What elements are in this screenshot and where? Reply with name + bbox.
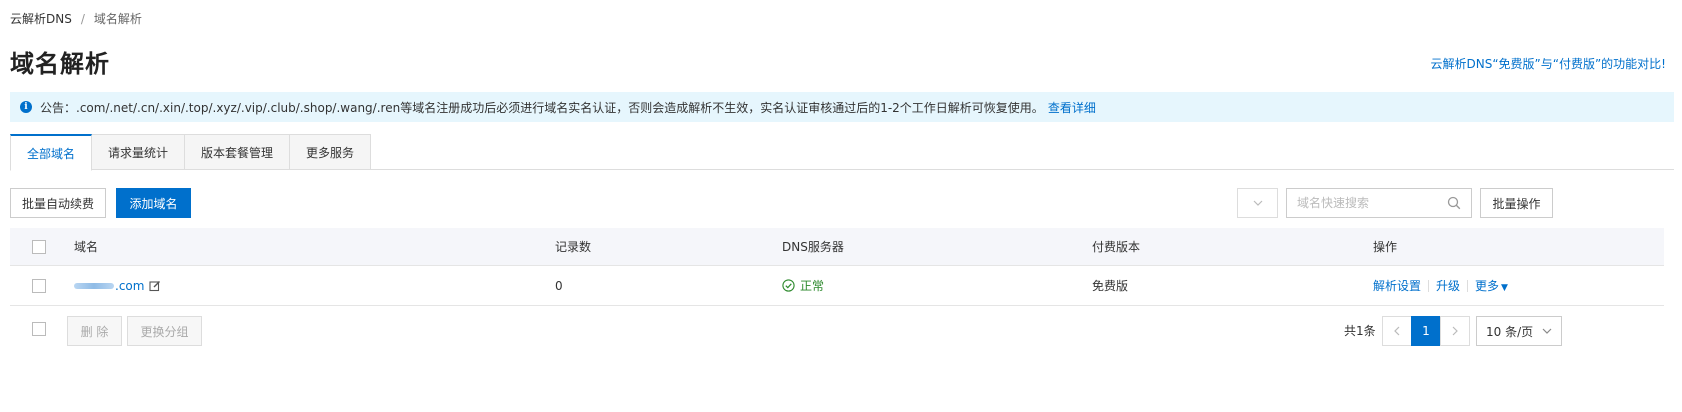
prev-page-button[interactable] [1382,316,1412,346]
batch-operations-button[interactable]: 批量操作 [1480,188,1553,218]
tab-plan-management[interactable]: 版本套餐管理 [185,134,291,170]
search-input[interactable] [1297,196,1437,210]
caret-down-icon: ▼ [1501,283,1508,293]
change-group-button[interactable]: 更换分组 [127,316,202,346]
next-page-button[interactable] [1440,316,1470,346]
ops-divider [1467,279,1469,292]
notice-detail-link[interactable]: 查看详细 [1048,99,1096,116]
column-header-dns: DNS服务器 [782,240,844,254]
dns-status: 正常 [782,266,824,305]
table-header: 域名 记录数 DNS服务器 付费版本 操作 [10,228,1664,266]
chevron-left-icon [1394,326,1400,336]
dns-status-text: 正常 [800,279,825,293]
chevron-right-icon [1452,326,1458,336]
edit-icon[interactable] [149,280,161,292]
row-checkbox[interactable] [32,278,46,293]
page-size-label: 10 条/页 [1486,324,1534,339]
column-header-domain: 域名 [74,240,99,254]
column-header-ops: 操作 [1373,240,1398,254]
table-row: .com 0 正常 免费版 解析设置 升级 更多 ▼ [10,266,1664,306]
column-header-records: 记录数 [555,240,592,254]
column-header-plan: 付费版本 [1092,240,1141,254]
page-title: 域名解析 [10,50,110,78]
add-domain-button[interactable]: 添加域名 [116,188,191,218]
notice-text: 公告：.com/.net/.cn/.xin/.top/.xyz/.vip/.cl… [40,100,1044,115]
breadcrumb-separator: / [80,11,85,26]
tab-request-stats[interactable]: 请求量统计 [92,134,186,170]
domain-cell: .com [74,266,161,305]
page-number-button[interactable]: 1 [1411,316,1441,346]
page-size-select[interactable]: 10 条/页 [1476,316,1562,346]
row-operations: 解析设置 升级 更多 ▼ [1373,266,1508,305]
total-count: 共1条 [1344,324,1376,338]
footer-select-all-checkbox[interactable] [32,322,46,336]
delete-button[interactable]: 删 除 [67,316,122,346]
compare-plans-link[interactable]: 云解析DNS“免费版”与“付费版”的功能对比! [1430,55,1666,72]
breadcrumb-current: 域名解析 [93,12,142,26]
batch-auto-renew-button[interactable]: 批量自动续费 [10,188,106,218]
domain-search [1286,188,1472,218]
redacted-domain-name[interactable] [74,282,114,289]
record-count: 0 [555,278,563,293]
more-label: 更多 [1475,279,1500,293]
info-icon: i [20,101,32,113]
plan-version: 免费版 [1092,279,1129,293]
chevron-down-icon [1542,328,1552,334]
search-icon[interactable] [1447,196,1461,210]
chevron-down-icon [1253,200,1262,206]
upgrade-link[interactable]: 升级 [1436,277,1460,294]
domain-link[interactable]: .com [115,279,144,293]
breadcrumb: 云解析DNS / 域名解析 [10,10,142,27]
ops-divider [1428,279,1430,292]
group-select[interactable] [1237,188,1278,218]
more-dropdown[interactable]: 更多 ▼ [1475,277,1508,294]
tab-more-services[interactable]: 更多服务 [290,134,372,170]
resolve-settings-link[interactable]: 解析设置 [1373,277,1421,294]
tab-bar: 全部域名 请求量统计 版本套餐管理 更多服务 [10,134,1674,171]
breadcrumb-root[interactable]: 云解析DNS [10,10,72,27]
tab-all-domains[interactable]: 全部域名 [10,134,93,171]
select-all-checkbox[interactable] [32,239,46,254]
notice-banner: i 公告：.com/.net/.cn/.xin/.top/.xyz/.vip/.… [10,92,1674,122]
check-circle-icon [782,279,795,292]
